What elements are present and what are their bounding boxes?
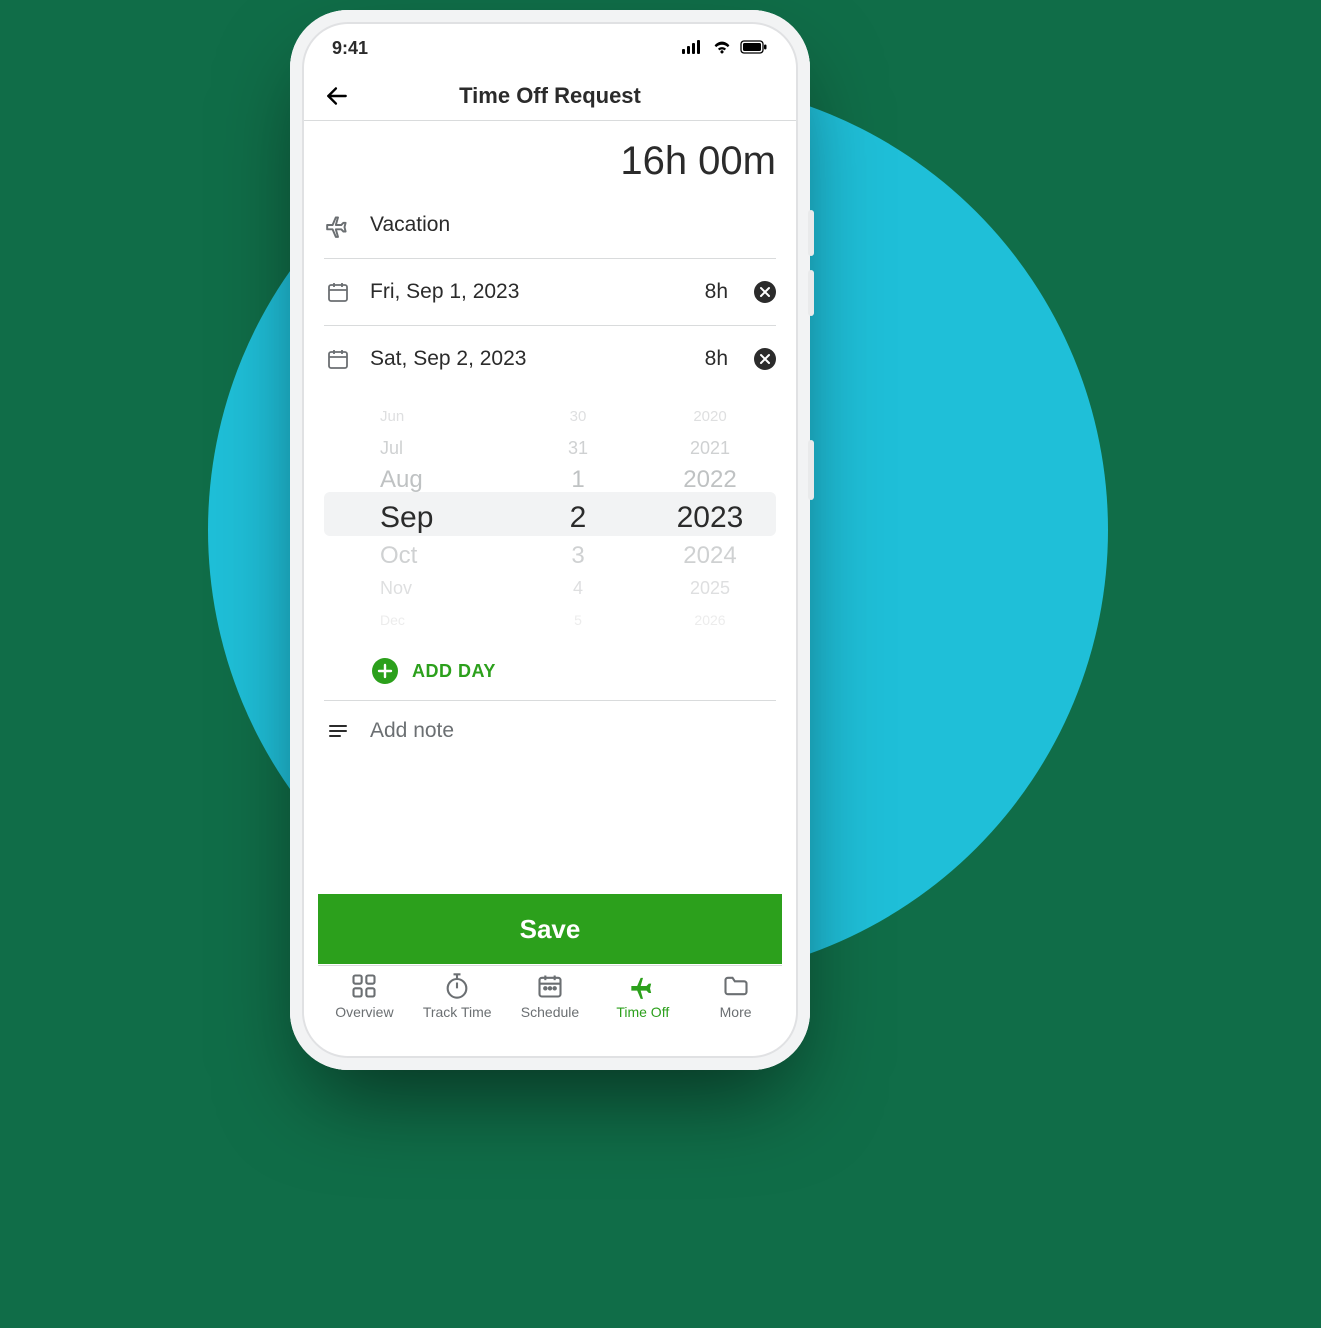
tab-label: Track Time (423, 1004, 492, 1020)
picker-day: 30 (512, 408, 644, 425)
airplane-icon (629, 972, 657, 1000)
remove-day-2[interactable] (754, 348, 776, 370)
page-title: Time Off Request (459, 83, 641, 109)
remove-day-1[interactable] (754, 281, 776, 303)
picker-day: 31 (512, 438, 644, 459)
calendar-icon (324, 280, 352, 304)
picker-day-selected: 2 (512, 501, 644, 535)
overview-icon (350, 972, 378, 1000)
picker-month-selected: Sep (324, 501, 512, 535)
picker-year: 2025 (644, 578, 776, 599)
add-day-label: ADD DAY (412, 661, 496, 682)
picker-month: Jun (324, 408, 512, 425)
signal-icon (682, 38, 704, 59)
total-hours: 16h 00m (304, 121, 796, 192)
picker-year: 2026 (644, 612, 776, 628)
tab-bar: Overview Track Time Schedule Time Off Mo… (318, 965, 782, 1050)
day-row-1[interactable]: Fri, Sep 1, 2023 8h (324, 259, 776, 326)
tab-time-off[interactable]: Time Off (598, 972, 688, 1050)
airplane-icon (324, 212, 352, 238)
tab-schedule[interactable]: Schedule (505, 972, 595, 1050)
tab-label: Overview (335, 1004, 393, 1020)
day-row-2[interactable]: Sat, Sep 2, 2023 8h (324, 326, 776, 392)
picker-month: Aug (324, 466, 512, 494)
save-button[interactable]: Save (318, 894, 782, 964)
picker-day: 5 (512, 612, 644, 628)
calendar-icon (536, 972, 564, 1000)
picker-year: 2024 (644, 542, 776, 570)
timeoff-type-label: Vacation (370, 213, 776, 237)
picker-year: 2022 (644, 466, 776, 494)
picker-month: Jul (324, 438, 512, 459)
back-button[interactable] (324, 72, 350, 120)
status-bar: 9:41 (304, 24, 796, 72)
picker-month: Dec (324, 612, 512, 628)
add-note-row[interactable]: Add note (324, 701, 776, 761)
tab-track-time[interactable]: Track Time (412, 972, 502, 1050)
picker-year: 2020 (644, 408, 776, 425)
top-bar: Time Off Request (304, 72, 796, 121)
picker-day: 1 (512, 466, 644, 494)
tab-label: Schedule (521, 1004, 579, 1020)
tab-label: Time Off (616, 1004, 669, 1020)
save-label: Save (520, 914, 581, 945)
add-note-label: Add note (370, 719, 454, 743)
timeoff-type-row[interactable]: Vacation (324, 192, 776, 259)
status-time: 9:41 (332, 38, 368, 59)
tab-overview[interactable]: Overview (319, 972, 409, 1050)
picker-month: Nov (324, 578, 512, 599)
picker-year: 2021 (644, 438, 776, 459)
phone-side-button (808, 270, 814, 316)
day-date-2: Sat, Sep 2, 2023 (370, 347, 687, 371)
tab-more[interactable]: More (691, 972, 781, 1050)
picker-day: 4 (512, 578, 644, 599)
plus-icon (372, 658, 398, 684)
folder-icon (722, 972, 750, 1000)
stopwatch-icon (443, 972, 471, 1000)
wifi-icon (712, 38, 732, 59)
picker-day: 3 (512, 542, 644, 570)
day-date-1: Fri, Sep 1, 2023 (370, 280, 687, 304)
date-picker[interactable]: Jun302020 Jul312021 Aug12022 Sep22023 Oc… (324, 398, 776, 638)
phone-frame: 9:41 Time Off Request (290, 10, 810, 1070)
tab-label: More (720, 1004, 752, 1020)
day-hours-2: 8h (705, 347, 728, 371)
phone-side-button (808, 210, 814, 256)
picker-month: Oct (324, 542, 512, 570)
picker-year-selected: 2023 (644, 501, 776, 535)
phone-side-button (808, 440, 814, 500)
day-hours-1: 8h (705, 280, 728, 304)
add-day-button[interactable]: ADD DAY (324, 642, 776, 701)
notes-icon (324, 719, 352, 743)
battery-icon (740, 38, 768, 59)
calendar-icon (324, 347, 352, 371)
